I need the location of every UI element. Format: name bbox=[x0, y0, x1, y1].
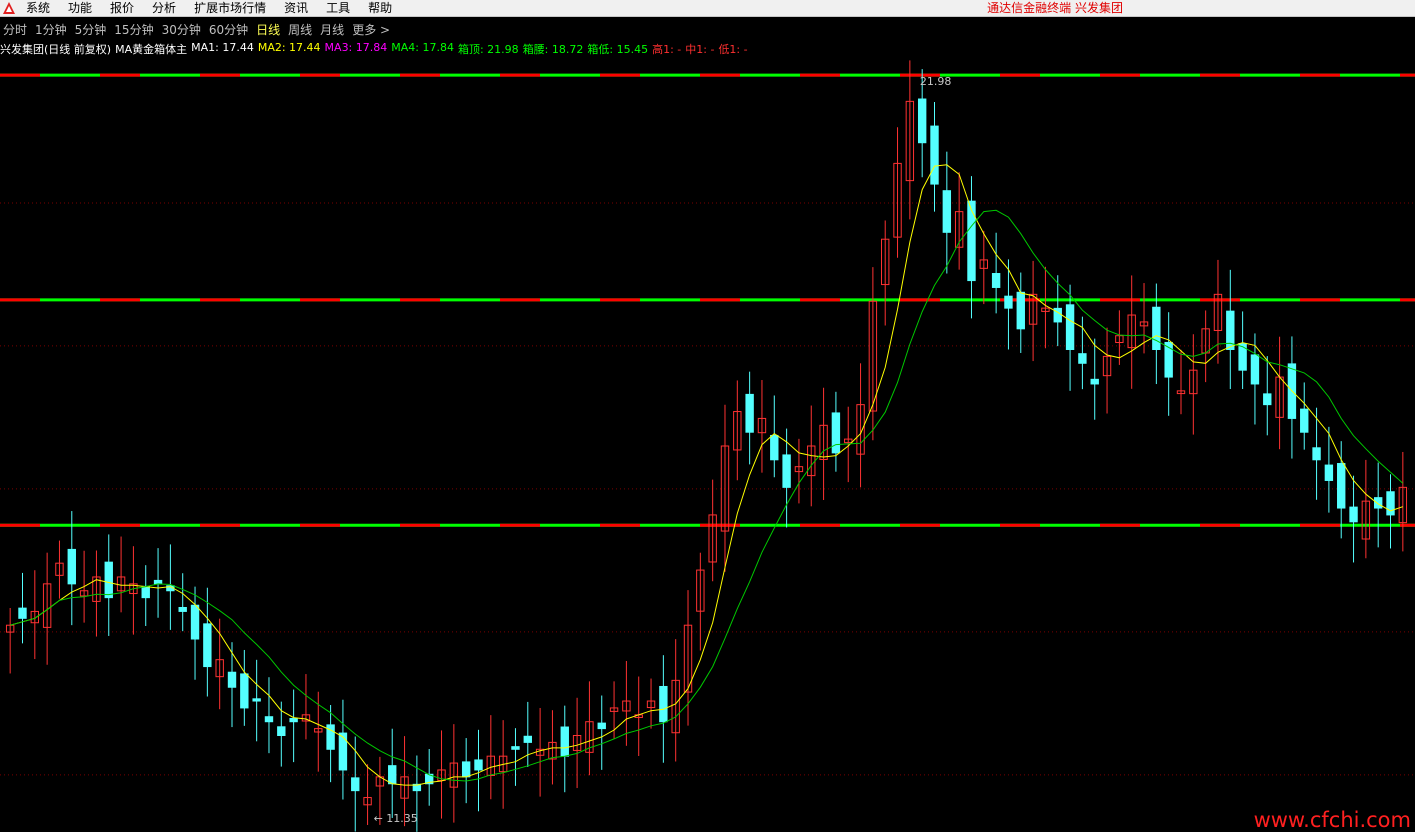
candle-body bbox=[264, 716, 274, 723]
candle-body bbox=[461, 761, 471, 778]
candle-body bbox=[153, 579, 163, 585]
candle-body bbox=[1386, 491, 1395, 516]
candle-body bbox=[1337, 463, 1346, 509]
legend-high1: 高1: - bbox=[652, 43, 682, 56]
legend-mid1: 中1: - bbox=[685, 43, 715, 56]
candle-body bbox=[1004, 295, 1013, 309]
candle-body bbox=[523, 735, 532, 743]
candle-body bbox=[1312, 447, 1321, 461]
candle-body bbox=[991, 273, 1001, 288]
candle-body bbox=[1090, 378, 1099, 385]
candle-body bbox=[67, 548, 76, 585]
candle-body bbox=[560, 726, 569, 757]
candle-body bbox=[745, 393, 754, 433]
candle-body bbox=[1078, 353, 1087, 364]
candle-body bbox=[1250, 354, 1260, 385]
legend-ma1: MA1: 17.44 bbox=[191, 41, 254, 54]
candle-body bbox=[1300, 408, 1309, 433]
candle-body bbox=[1373, 497, 1383, 509]
candle-body bbox=[1238, 343, 1247, 371]
candle-body bbox=[770, 434, 779, 461]
indicator-legend: 兴发集团(日线 前复权) MA黄金箱体主 MA1: 17.44 MA2: 17.… bbox=[0, 41, 752, 57]
candle-body bbox=[930, 125, 939, 185]
legend-ma2: MA2: 17.44 bbox=[257, 41, 321, 54]
candle-body bbox=[967, 200, 976, 282]
legend-ma3: MA3: 17.84 bbox=[324, 41, 388, 54]
candle-body bbox=[240, 673, 249, 709]
legend-box-low: 箱低: 15.45 bbox=[587, 43, 649, 56]
candle-body bbox=[18, 607, 27, 619]
candle-body bbox=[782, 454, 791, 488]
legend-box-top: 箱顶: 21.98 bbox=[457, 43, 519, 56]
candle-body bbox=[190, 604, 200, 640]
max-price-label: 21.98 bbox=[920, 75, 952, 88]
legend-low1: 低1: - bbox=[718, 43, 748, 56]
legend-stock: 兴发集团(日线 前复权) bbox=[0, 43, 112, 56]
ma-line-yellow bbox=[10, 164, 1403, 786]
candle-body bbox=[388, 765, 397, 785]
candle-body bbox=[1016, 291, 1025, 330]
candle-body bbox=[831, 412, 841, 454]
candle-body bbox=[1324, 464, 1334, 481]
candle-body bbox=[289, 718, 298, 723]
watermark: www.cfchi.com bbox=[1253, 808, 1411, 832]
candle-body bbox=[141, 585, 150, 599]
candle-body bbox=[511, 746, 520, 750]
candle-body bbox=[178, 606, 187, 612]
candle-body bbox=[338, 732, 348, 771]
min-price-label: ← 11.35 bbox=[374, 812, 418, 825]
candle-body bbox=[474, 759, 483, 771]
candle-body bbox=[227, 671, 237, 688]
candle-body bbox=[1152, 306, 1161, 350]
candle-body bbox=[942, 190, 952, 233]
candle-body bbox=[252, 698, 261, 702]
candle-body bbox=[1263, 393, 1272, 406]
candle-body bbox=[277, 726, 286, 737]
candle-body bbox=[597, 722, 606, 730]
legend-indicator: MA黄金箱体主 bbox=[115, 43, 188, 56]
candle-body bbox=[659, 685, 668, 723]
candle-body bbox=[203, 623, 212, 668]
kline-chart[interactable]: 21.98 ← 11.35 bbox=[0, 0, 1415, 832]
legend-box-mid: 箱腰: 18.72 bbox=[522, 43, 584, 56]
candle-body bbox=[917, 98, 927, 144]
candle-body bbox=[351, 777, 360, 792]
candle-body bbox=[104, 561, 113, 599]
legend-ma4: MA4: 17.84 bbox=[391, 41, 454, 54]
candle-body bbox=[1065, 304, 1075, 351]
candle-body bbox=[1349, 506, 1358, 523]
ma-line-green bbox=[10, 209, 1404, 782]
